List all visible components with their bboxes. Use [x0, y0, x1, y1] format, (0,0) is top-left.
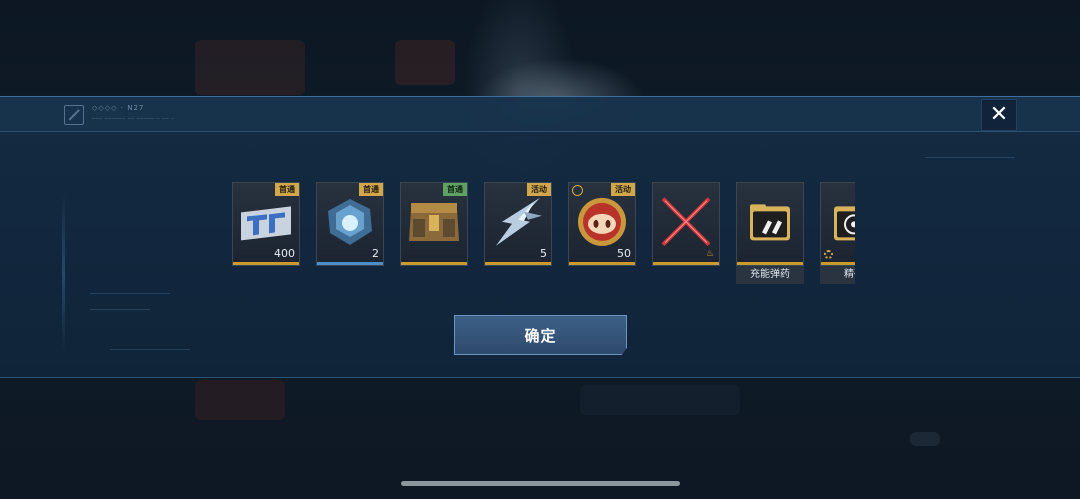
ice-shard-icon	[496, 197, 542, 246]
reward-badge: 首通	[359, 183, 383, 196]
reward-badge: 首通	[443, 183, 467, 196]
rarity-bar	[653, 262, 719, 265]
reward-item[interactable]: 活动 5	[484, 182, 552, 266]
dialog-header: ◇◇◇◇ · N27 ─── ────── ── ───── ─ ── ─ ✕	[0, 97, 1080, 132]
reward-quantity: 50	[617, 247, 631, 260]
reward-item[interactable]: 首通	[400, 182, 468, 266]
header-code: ◇◇◇◇ · N27	[92, 104, 145, 112]
close-icon: ✕	[989, 102, 1009, 127]
rarity-bar	[233, 262, 299, 265]
pig-coin-icon	[578, 197, 626, 246]
reward-badge: 活动	[527, 183, 551, 196]
reward-list: 首通 400 首通 2 首通 活动 5 活动 50 ♨ 充能弹药 精	[232, 182, 855, 292]
deco-line	[90, 309, 150, 310]
flame-icon: ♨	[705, 249, 714, 259]
deco-line	[110, 349, 190, 350]
edit-icon	[64, 105, 84, 125]
reward-badge: 活动	[611, 183, 635, 196]
confirm-label: 确定	[524, 326, 557, 345]
reward-item[interactable]: ♨	[652, 182, 720, 266]
reward-quantity: 400	[274, 247, 295, 260]
crossed-blades-icon	[661, 197, 711, 247]
reward-name: 精确	[820, 266, 855, 284]
deco-line	[925, 157, 1015, 158]
ammo-icon	[750, 204, 790, 241]
side-decoration	[62, 193, 65, 353]
rarity-bar	[737, 262, 803, 265]
rarity-bar	[821, 262, 855, 265]
rarity-bar	[569, 262, 635, 265]
deco-line	[90, 293, 170, 294]
rarity-bar	[485, 262, 551, 265]
header-subtext: ─── ────── ── ───── ─ ── ─	[92, 116, 175, 122]
reward-quantity: 2	[372, 247, 379, 260]
reward-item[interactable]	[820, 182, 855, 266]
reward-quantity: 5	[540, 247, 547, 260]
reward-item[interactable]: 首通 2	[316, 182, 384, 266]
crystal-core-icon	[328, 199, 372, 245]
rarity-bar	[317, 262, 383, 265]
home-indicator[interactable]	[401, 481, 680, 486]
target-skull-icon	[834, 206, 855, 241]
reward-item[interactable]	[736, 182, 804, 266]
reward-badge: 首通	[275, 183, 299, 196]
clock-icon	[572, 185, 583, 196]
ticket-card-icon	[241, 206, 291, 241]
reward-name: 充能弹药	[736, 266, 804, 284]
reward-item[interactable]: 活动 50	[568, 182, 636, 266]
confirm-button[interactable]: 确定	[454, 315, 627, 355]
supply-crate-icon	[409, 203, 459, 241]
rarity-bar	[401, 262, 467, 265]
gear-icon	[824, 250, 833, 259]
reward-item[interactable]: 首通 400	[232, 182, 300, 266]
close-button[interactable]: ✕	[981, 99, 1017, 131]
